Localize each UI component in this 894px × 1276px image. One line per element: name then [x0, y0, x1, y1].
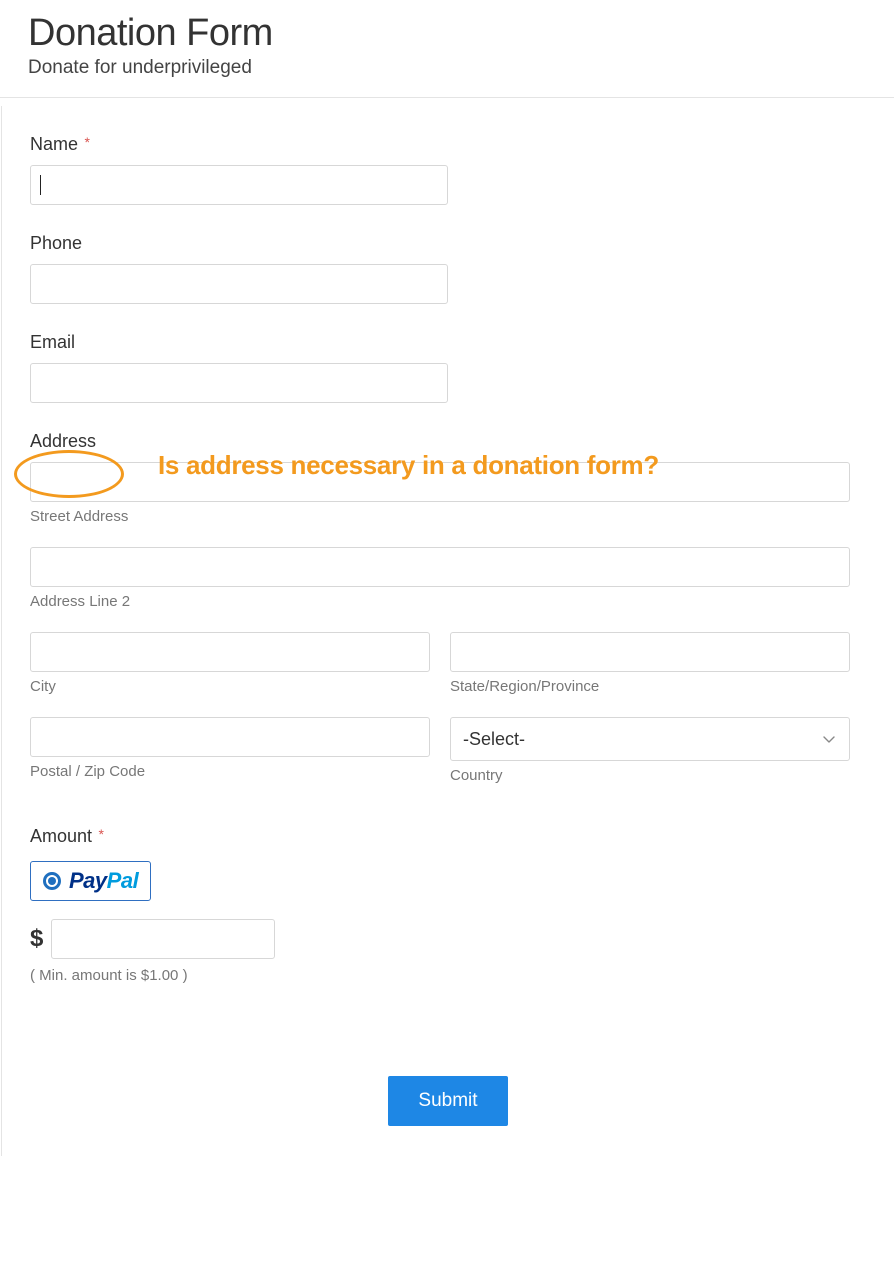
phone-input[interactable] [30, 264, 448, 304]
city-input[interactable] [30, 632, 430, 672]
field-phone: Phone [30, 233, 866, 304]
address-line2-input[interactable] [30, 547, 850, 587]
annotation-text: Is address necessary in a donation form? [158, 450, 659, 481]
text-cursor [40, 175, 41, 195]
field-address: Address Street Address Address Line 2 Ci… [30, 431, 866, 784]
state-input[interactable] [450, 632, 850, 672]
paypal-logo: PayPal [69, 868, 138, 894]
radio-selected-icon [43, 872, 61, 890]
required-marker: * [99, 826, 104, 842]
submit-button[interactable]: Submit [388, 1076, 507, 1126]
name-input[interactable] [30, 165, 448, 205]
postal-sublabel: Postal / Zip Code [30, 763, 430, 780]
amount-input[interactable] [51, 919, 275, 959]
street-address-sublabel: Street Address [30, 508, 850, 525]
country-sublabel: Country [450, 767, 850, 784]
city-sublabel: City [30, 678, 430, 695]
currency-symbol: $ [30, 925, 43, 953]
country-select[interactable]: -Select- [450, 717, 850, 761]
name-label: Name [30, 134, 78, 155]
required-marker: * [84, 134, 89, 150]
paypal-option[interactable]: PayPal [30, 861, 151, 901]
page-title: Donation Form [28, 12, 894, 55]
field-email: Email [30, 332, 866, 403]
min-amount-note: ( Min. amount is $1.00 ) [30, 967, 866, 984]
email-label: Email [30, 332, 75, 353]
field-amount: Amount * PayPal $ ( Min. amount is $1.00… [30, 826, 866, 984]
page-subtitle: Donate for underprivileged [28, 57, 894, 79]
email-input[interactable] [30, 363, 448, 403]
state-sublabel: State/Region/Province [450, 678, 850, 695]
amount-label: Amount [30, 826, 92, 847]
address-label: Address [30, 431, 96, 452]
postal-input[interactable] [30, 717, 430, 757]
field-name: Name * [30, 134, 866, 205]
phone-label: Phone [30, 233, 82, 254]
address-line2-sublabel: Address Line 2 [30, 593, 850, 610]
